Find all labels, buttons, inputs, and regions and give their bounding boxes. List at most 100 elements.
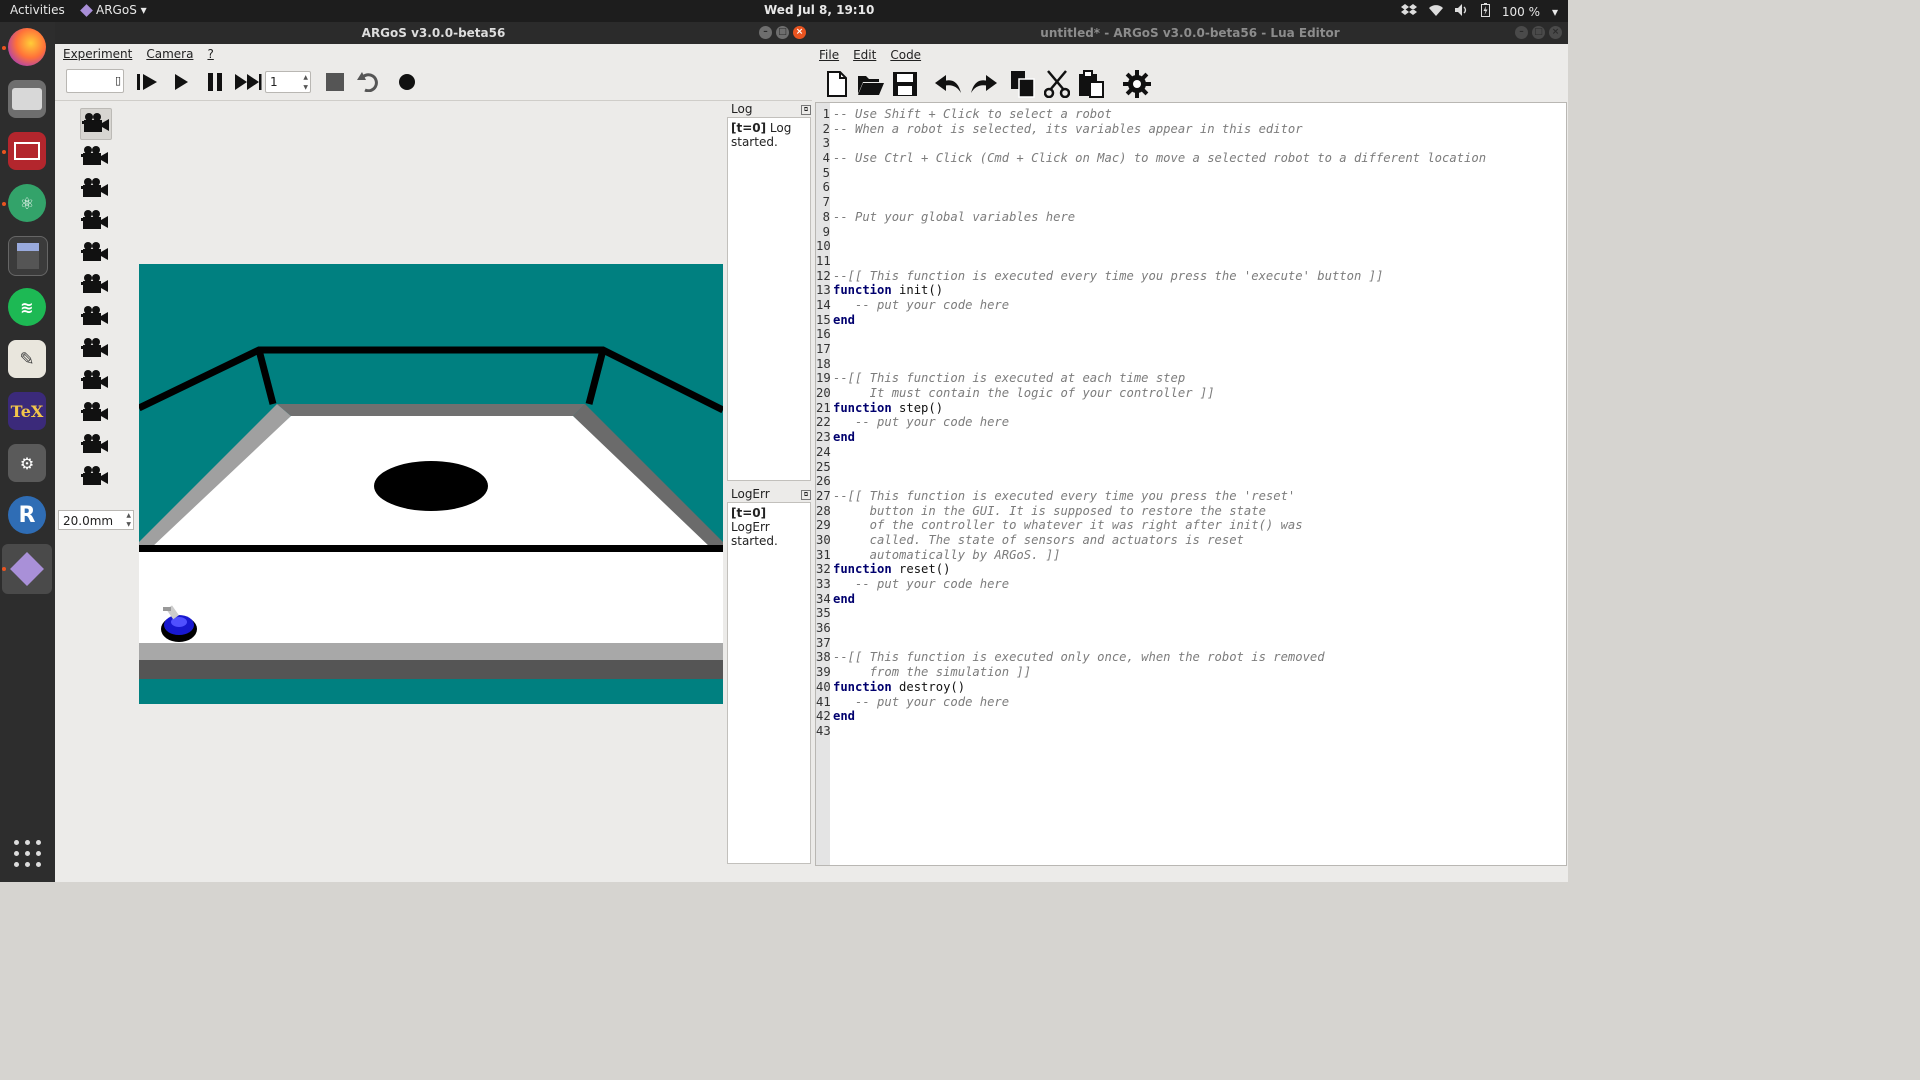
open-folder-icon[interactable] — [856, 69, 886, 99]
code-line[interactable]: 18 — [816, 357, 1566, 372]
camera-5-button[interactable] — [80, 238, 110, 268]
code-line[interactable]: 37 — [816, 636, 1566, 651]
reset-button[interactable] — [355, 70, 381, 94]
spotify-icon[interactable]: ≋ — [8, 288, 46, 326]
code-line[interactable]: 40 function destroy() — [816, 680, 1566, 695]
r-icon[interactable]: R — [8, 496, 46, 534]
code-line[interactable]: 13 function init() — [816, 283, 1566, 298]
code-line[interactable]: 34 end — [816, 592, 1566, 607]
copy-icon[interactable] — [1008, 69, 1038, 99]
lua-minimize-button[interactable]: – — [1515, 26, 1528, 39]
argos-titlebar[interactable]: ARGoS v3.0.0-beta56 – □ × — [55, 22, 812, 44]
code-line[interactable]: 21 function step() — [816, 401, 1566, 416]
code-line[interactable]: 6 — [816, 180, 1566, 195]
zoom-spin-arrows-icon[interactable]: ▲ ▼ — [126, 511, 131, 529]
activities-button[interactable]: Activities — [10, 3, 65, 17]
redo-icon[interactable] — [968, 69, 998, 99]
code-line[interactable]: 14 -- put your code here — [816, 298, 1566, 313]
code-line[interactable]: 8 -- Put your global variables here — [816, 210, 1566, 225]
code-line[interactable]: 5 — [816, 166, 1566, 181]
code-line[interactable]: 30 called. The state of sensors and actu… — [816, 533, 1566, 548]
menu-experiment[interactable]: Experiment — [63, 44, 132, 64]
menu-file[interactable]: File — [819, 44, 839, 66]
camera-10-button[interactable] — [80, 398, 110, 428]
camera-3-button[interactable] — [80, 174, 110, 204]
code-line[interactable]: 10 — [816, 239, 1566, 254]
stop-button[interactable] — [323, 70, 347, 94]
atom-icon[interactable]: ⚛ — [8, 184, 46, 222]
logerr-detach-icon[interactable]: ⧉ — [801, 490, 811, 500]
camera-1-button[interactable] — [80, 108, 112, 140]
code-line[interactable]: 33 -- put your code here — [816, 577, 1566, 592]
code-line[interactable]: 27 --[[ This function is executed every t… — [816, 489, 1566, 504]
code-line[interactable]: 24 — [816, 445, 1566, 460]
minimize-button[interactable]: – — [759, 26, 772, 39]
code-editor[interactable]: 1 -- Use Shift + Click to select a robot 2… — [815, 102, 1567, 866]
code-line[interactable]: 11 — [816, 254, 1566, 269]
code-line[interactable]: 42 end — [816, 709, 1566, 724]
text-editor-icon[interactable]: ✎ — [8, 340, 46, 378]
lua-close-button[interactable]: × — [1549, 26, 1562, 39]
clock[interactable]: Wed Jul 8, 19:10 — [764, 3, 874, 17]
paste-icon[interactable] — [1076, 69, 1106, 99]
maximize-button[interactable]: □ — [776, 26, 789, 39]
speed-spin-arrows-icon[interactable]: ▲ ▼ — [303, 73, 308, 93]
calculator-icon[interactable] — [8, 236, 48, 276]
code-line[interactable]: 29 of the controller to whatever it was … — [816, 518, 1566, 533]
cut-icon[interactable] — [1042, 69, 1072, 99]
log-detach-icon[interactable]: ⧉ — [801, 105, 811, 115]
code-line[interactable]: 36 — [816, 621, 1566, 636]
code-lines[interactable]: 1 -- Use Shift + Click to select a robot 2… — [816, 107, 1566, 739]
menu-help[interactable]: ? — [207, 44, 213, 64]
texmaker-icon[interactable]: TeX — [8, 392, 46, 430]
code-line[interactable]: 9 — [816, 225, 1566, 240]
record-button[interactable] — [395, 70, 419, 94]
lua-titlebar[interactable]: untitled* - ARGoS v3.0.0-beta56 - Lua Ed… — [812, 22, 1568, 44]
code-line[interactable]: 19 --[[ This function is executed at each… — [816, 371, 1566, 386]
video-recorder-icon[interactable] — [8, 132, 46, 170]
code-line[interactable]: 15 end — [816, 313, 1566, 328]
play-button[interactable] — [167, 70, 195, 94]
log-panel[interactable]: [t=0] Log started. — [727, 117, 811, 481]
menu-edit[interactable]: Edit — [853, 44, 876, 66]
camera-11-button[interactable] — [80, 430, 110, 460]
new-file-icon[interactable] — [822, 69, 852, 99]
settings-gear-icon[interactable] — [1122, 69, 1152, 99]
camera-8-button[interactable] — [80, 334, 110, 364]
pause-button[interactable] — [201, 70, 229, 94]
zoom-input[interactable]: 20.0mm ▲ ▼ — [58, 510, 134, 530]
fast-forward-button[interactable] — [233, 70, 263, 94]
lua-maximize-button[interactable]: □ — [1532, 26, 1545, 39]
argos-icon[interactable] — [8, 550, 46, 588]
camera-7-button[interactable] — [80, 302, 110, 332]
system-menu-arrow-icon[interactable]: ▾ — [1552, 5, 1558, 19]
code-line[interactable]: 2 -- When a robot is selected, its variab… — [816, 122, 1566, 137]
arena-3d-render[interactable] — [137, 102, 725, 882]
step-button[interactable] — [133, 70, 161, 94]
system-tray[interactable]: 100 % ▾ — [1400, 3, 1558, 20]
code-line[interactable]: 28 button in the GUI. It is supposed to … — [816, 504, 1566, 519]
code-line[interactable]: 25 — [816, 460, 1566, 475]
undo-icon[interactable] — [934, 69, 964, 99]
speed-input[interactable]: 1 ▲ ▼ — [265, 71, 311, 93]
code-line[interactable]: 22 -- put your code here — [816, 415, 1566, 430]
camera-6-button[interactable] — [80, 270, 110, 300]
camera-4-button[interactable] — [80, 206, 110, 236]
simulation-viewport[interactable] — [137, 102, 725, 882]
step-counter[interactable]: ▯ — [66, 69, 124, 93]
code-line[interactable]: 35 — [816, 606, 1566, 621]
code-line[interactable]: 7 — [816, 195, 1566, 210]
camera-2-button[interactable] — [80, 142, 110, 172]
code-line[interactable]: 41 -- put your code here — [816, 695, 1566, 710]
code-line[interactable]: 38 --[[ This function is executed only on… — [816, 650, 1566, 665]
save-icon[interactable] — [890, 69, 920, 99]
code-line[interactable]: 23 end — [816, 430, 1566, 445]
code-line[interactable]: 31 automatically by ARGoS. ]] — [816, 548, 1566, 563]
code-line[interactable]: 4 -- Use Ctrl + Click (Cmd + Click on Mac… — [816, 151, 1566, 166]
code-line[interactable]: 26 — [816, 474, 1566, 489]
volume-icon[interactable] — [1454, 4, 1469, 19]
show-applications-icon[interactable] — [14, 840, 41, 867]
code-line[interactable]: 12 --[[ This function is executed every t… — [816, 269, 1566, 284]
camera-12-button[interactable] — [80, 462, 110, 492]
system-settings-icon[interactable]: ⚙ — [8, 444, 46, 482]
